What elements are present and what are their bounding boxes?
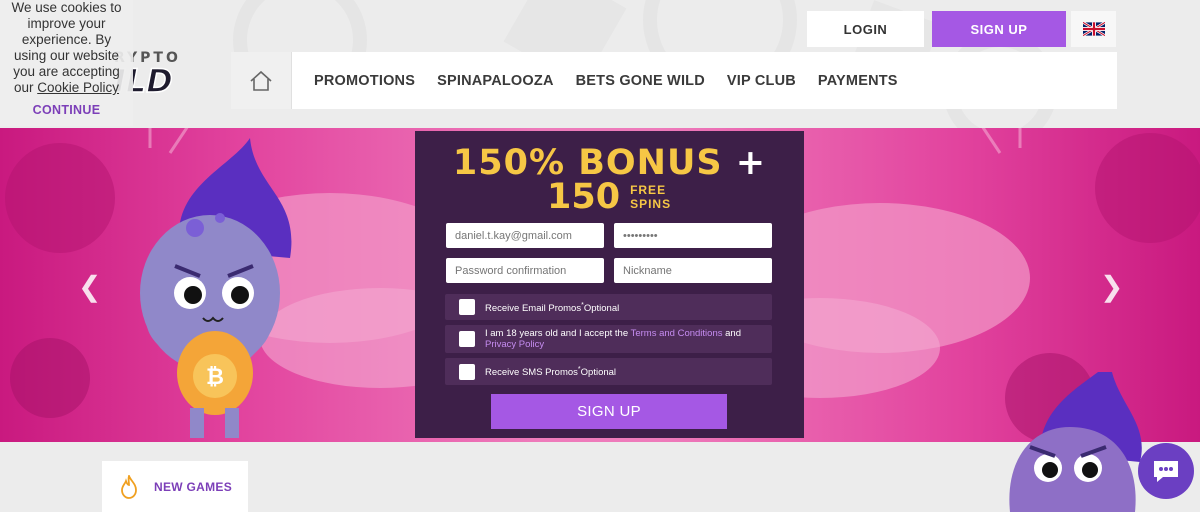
- terms-text: I am 18 years old and I accept the: [485, 328, 629, 339]
- email-promos-text: Receive Email Promos: [485, 303, 582, 315]
- sms-promos-row: Receive SMS Promos*Optional: [445, 358, 772, 385]
- password-confirm-field[interactable]: [446, 258, 604, 283]
- free-label: FREE: [630, 183, 667, 197]
- free-spins-line: 150 FREE SPINS: [547, 177, 671, 217]
- free-spins-count: 150: [547, 177, 621, 217]
- mascot-left: ₿: [140, 138, 292, 438]
- main-nav: PROMOTIONS SPINAPALOOZA BETS GONE WILD V…: [231, 52, 1117, 109]
- live-chat-button[interactable]: [1138, 443, 1194, 499]
- terms-checkbox[interactable]: [459, 331, 475, 347]
- uk-flag-icon: [1082, 22, 1105, 36]
- nav-item-vip-club[interactable]: VIP CLUB: [727, 73, 796, 89]
- terms-label: I am 18 years old and I accept the Terms…: [485, 328, 741, 350]
- cookie-policy-link[interactable]: Cookie Policy: [37, 80, 119, 95]
- cookie-notice: We use cookies to improve your experienc…: [0, 0, 133, 126]
- free-spins-label: FREE SPINS: [630, 183, 671, 211]
- site-header: RYPTO ILD LOGIN SIGN UP PROMOTIONS SPINA…: [0, 0, 1200, 128]
- svg-text:₿: ₿: [206, 365, 224, 390]
- sms-promos-text: Receive SMS Promos: [485, 367, 578, 379]
- chat-bubble-icon: [1154, 461, 1178, 482]
- carousel-next-arrow[interactable]: ❯: [1100, 270, 1123, 303]
- privacy-policy-link[interactable]: Privacy Policy: [485, 339, 544, 350]
- email-promos-optional: Optional: [583, 303, 620, 315]
- language-selector[interactable]: [1071, 11, 1116, 47]
- login-button[interactable]: LOGIN: [807, 11, 924, 47]
- bonus-plus: +: [735, 143, 767, 183]
- spins-label: SPINS: [630, 197, 672, 211]
- home-button[interactable]: [231, 52, 292, 109]
- email-promos-label: Receive Email Promos*Optional: [485, 301, 620, 315]
- sms-promos-checkbox[interactable]: [459, 363, 475, 380]
- carousel-prev-arrow[interactable]: ❮: [78, 270, 101, 303]
- signup-panel: 150% BONUS + 150 FREE SPINS: [415, 131, 804, 438]
- nav-item-payments[interactable]: PAYMENTS: [818, 73, 898, 89]
- sms-promos-label: Receive SMS Promos*Optional: [485, 366, 617, 379]
- mascot-right: [1009, 372, 1142, 512]
- email-promos-checkbox[interactable]: [459, 299, 475, 315]
- terms-row: I am 18 years old and I accept the Terms…: [445, 325, 772, 353]
- new-games-tab[interactable]: NEW GAMES: [102, 461, 248, 512]
- email-field[interactable]: [446, 223, 604, 248]
- auth-buttons: LOGIN SIGN UP: [807, 11, 1066, 47]
- new-games-label: NEW GAMES: [154, 479, 233, 494]
- terms-and: and: [725, 328, 741, 339]
- nav-item-bets-gone-wild[interactable]: BETS GONE WILD: [576, 73, 705, 89]
- nav-item-promotions[interactable]: PROMOTIONS: [314, 73, 415, 89]
- nickname-field[interactable]: [614, 258, 772, 283]
- signup-button-header[interactable]: SIGN UP: [932, 11, 1066, 47]
- signup-submit-button[interactable]: SIGN UP: [491, 394, 727, 429]
- home-icon: [250, 70, 272, 91]
- terms-link[interactable]: Terms and Conditions: [631, 328, 723, 339]
- email-promos-row: Receive Email Promos*Optional: [445, 294, 772, 320]
- password-field[interactable]: [614, 223, 772, 248]
- cookie-continue-button[interactable]: CONTINUE: [0, 102, 133, 118]
- flame-icon: [121, 474, 137, 499]
- nav-item-spinapalooza[interactable]: SPINAPALOOZA: [437, 73, 554, 89]
- sms-promos-optional: Optional: [580, 367, 617, 379]
